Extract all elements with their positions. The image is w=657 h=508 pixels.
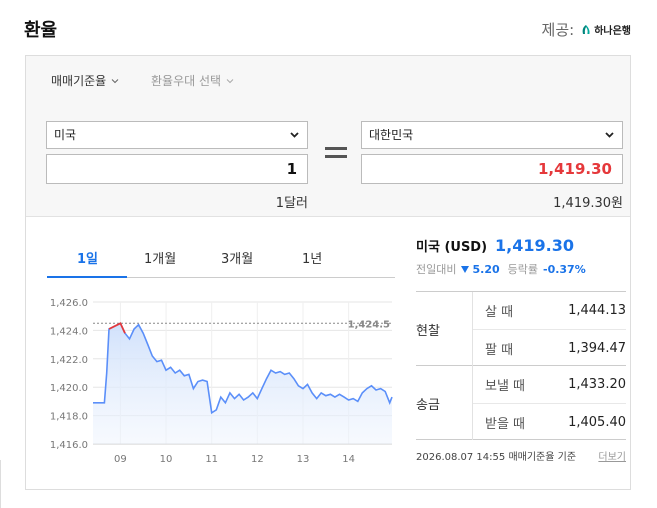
cash-group: 현찰 살 때 1,444.13 팔 때 1,394.47: [416, 292, 626, 366]
row-value: 1,394.47: [568, 340, 626, 356]
x-tick-label: 09: [114, 454, 127, 465]
to-country-select[interactable]: 대한민국: [361, 121, 623, 149]
table-row: 보낼 때 1,433.20: [473, 366, 626, 403]
to-country-label: 대한민국: [369, 128, 414, 142]
provider: 제공: 하나은행: [542, 19, 631, 40]
from-unit-note: 1달러: [275, 196, 308, 211]
currency-rate: 1,419.30: [495, 236, 574, 255]
timestamp-note: 2026.08.07 14:55 매매기준율 기준: [416, 452, 577, 463]
active-tab-indicator: [47, 276, 127, 278]
from-country-select[interactable]: 미국: [46, 121, 308, 149]
table-row: 팔 때 1,394.47: [473, 329, 626, 366]
provider-label: 제공:: [541, 21, 575, 39]
change-value: 5.20: [472, 262, 500, 276]
equals-icon: [325, 147, 347, 163]
caret-down-icon: [605, 132, 614, 138]
chevron-down-icon: [226, 78, 234, 83]
rate-basis-label: 매매기준율: [51, 74, 107, 88]
rate-basis-dropdown[interactable]: 매매기준율: [51, 72, 119, 89]
tab-1-year[interactable]: 1년: [302, 248, 322, 267]
from-country-label: 미국: [54, 128, 77, 142]
more-link[interactable]: 더보기: [598, 448, 626, 463]
divider: [0, 460, 1, 508]
row-label: 받을 때: [485, 416, 526, 432]
row-label: 팔 때: [485, 342, 514, 358]
peak-label: 1,424.5: [348, 319, 390, 330]
header: 환율 제공: 하나은행: [24, 16, 631, 42]
tab-1-day[interactable]: 1일: [77, 248, 98, 267]
rate-preference-label: 환율우대 선택: [151, 74, 222, 88]
x-tick-label: 12: [251, 454, 264, 465]
remit-label: 송금: [416, 398, 440, 413]
exchange-card: 매매기준율 환율우대 선택 미국 1 1달러 대한민국 1,419.30 1,4…: [25, 55, 631, 490]
prev-day-label: 전일대비: [416, 263, 457, 276]
x-tick-label: 13: [297, 454, 310, 465]
remit-group: 송금 보낼 때 1,433.20 받을 때 1,405.40: [416, 366, 626, 440]
currency-name: 미국 (USD): [416, 240, 488, 255]
from-amount-input[interactable]: 1: [46, 154, 308, 184]
converter: 미국 1 1달러 대한민국 1,419.30 1,419.30원: [26, 102, 630, 217]
row-label: 보낼 때: [485, 379, 526, 394]
rate-chart: 1,416.0 1,418.0 1,420.0 1,422.0 1,424.0 1,426…: [50, 298, 393, 465]
rates-table: 현찰 살 때 1,444.13 팔 때 1,394.47 송금 보낼 때 1,4…: [416, 291, 626, 440]
row-value: 1,405.40: [568, 414, 626, 430]
x-tick-label: 10: [160, 454, 173, 465]
footer: 2026.08.07 14:55 매매기준율 기준 더보기: [416, 448, 626, 463]
bank-logo-icon: [582, 24, 590, 34]
y-tick-label: 1,422.0: [50, 355, 88, 366]
bank-name: 하나은행: [594, 26, 631, 37]
row-value: 1,433.20: [568, 377, 626, 392]
x-tick-label: 11: [205, 454, 218, 465]
x-tick-label: 14: [342, 454, 355, 465]
tab-3-months[interactable]: 3개월: [221, 248, 253, 267]
y-tick-label: 1,424.0: [50, 326, 88, 337]
table-row: 받을 때 1,405.40: [473, 403, 626, 440]
row-value: 1,444.13: [568, 303, 626, 318]
tab-1-month[interactable]: 1개월: [144, 248, 176, 267]
period-tabs: 1일 1개월 3개월 1년: [47, 242, 395, 278]
page-title: 환율: [24, 20, 58, 41]
pct-label: 등락률: [507, 263, 538, 276]
y-tick-label: 1,418.0: [50, 412, 88, 423]
down-triangle-icon: [461, 265, 470, 273]
pct-value: -0.37%: [543, 262, 586, 276]
y-tick-label: 1,420.0: [50, 383, 88, 394]
chevron-down-icon: [111, 78, 119, 83]
y-tick-label: 1,416.0: [50, 440, 88, 451]
selector-bar: 매매기준율 환율우대 선택: [26, 56, 630, 102]
y-tick-label: 1,426.0: [50, 298, 88, 309]
table-row: 살 때 1,444.13: [473, 292, 626, 329]
rate-preference-dropdown[interactable]: 환율우대 선택: [151, 72, 234, 89]
row-label: 살 때: [485, 305, 514, 320]
to-amount-input[interactable]: 1,419.30: [361, 154, 623, 184]
to-unit-note: 1,419.30원: [553, 196, 623, 211]
cash-label: 현찰: [416, 324, 440, 339]
caret-down-icon: [290, 132, 299, 138]
bank-logo[interactable]: 하나은행: [580, 22, 631, 37]
currency-info: 미국 (USD) 1,419.30 전일대비 5.20 등락률 -0.37%: [416, 236, 626, 277]
